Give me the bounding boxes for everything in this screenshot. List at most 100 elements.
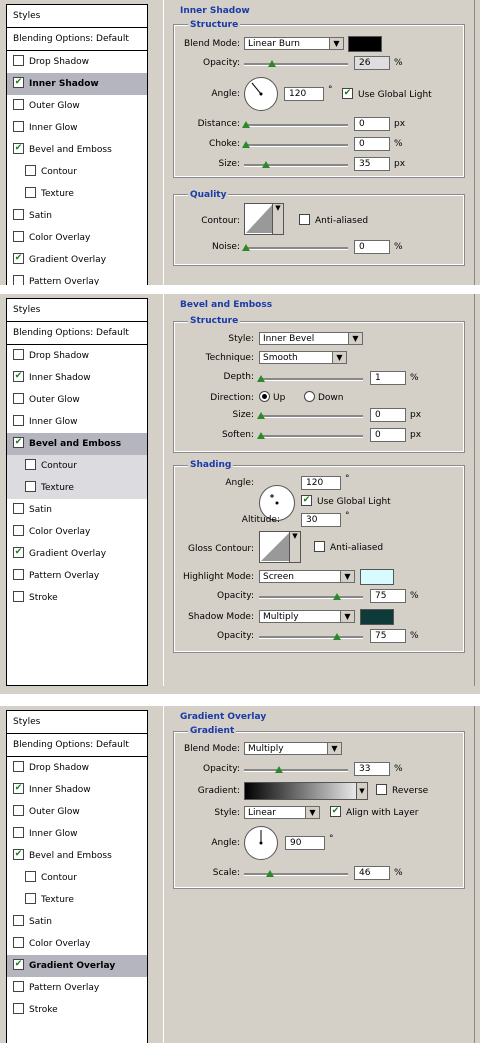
checkbox[interactable] — [376, 784, 387, 795]
sidebar-item-stroke[interactable]: Stroke — [7, 999, 147, 1021]
shadow-mode-select[interactable]: Multiply ▼ — [259, 610, 355, 623]
sidebar-item-inner-glow[interactable]: Inner Glow — [7, 411, 147, 433]
sidebar-item-contour[interactable]: Contour — [7, 867, 147, 889]
noise-field[interactable]: 0 — [354, 240, 390, 254]
checkbox[interactable] — [13, 231, 24, 242]
opacity-field[interactable]: 33 — [354, 762, 390, 776]
anti-aliased-checkbox[interactable]: Anti-aliased — [299, 214, 368, 226]
sidebar-item-contour[interactable]: Contour — [7, 161, 147, 183]
checkbox[interactable] — [13, 591, 24, 602]
sidebar-item-gradient-overlay[interactable]: ✔ Gradient Overlay — [7, 249, 147, 271]
blending-options[interactable]: Blending Options: Default — [7, 734, 147, 757]
checkbox[interactable] — [13, 1003, 24, 1014]
blend-mode-select[interactable]: Linear Burn ▼ — [244, 37, 344, 50]
angle-dial[interactable] — [244, 826, 278, 860]
gradient-picker[interactable]: ▼ — [244, 782, 368, 800]
checkbox[interactable] — [13, 827, 24, 838]
checkbox-checked[interactable]: ✔ — [342, 88, 353, 99]
sidebar-item-pattern-overlay[interactable]: Pattern Overlay — [7, 271, 147, 285]
sidebar-item-color-overlay[interactable]: Color Overlay — [7, 933, 147, 955]
checkbox[interactable] — [25, 871, 36, 882]
scale-slider-thumb[interactable] — [266, 870, 274, 877]
sidebar-item-bevel-emboss[interactable]: ✔ Bevel and Emboss — [7, 139, 147, 161]
checkbox[interactable] — [13, 349, 24, 360]
style-select[interactable]: Linear ▼ — [244, 806, 320, 819]
sidebar-item-stroke[interactable]: Stroke — [7, 587, 147, 609]
choke-slider[interactable] — [244, 144, 348, 147]
sidebar-item-inner-glow[interactable]: Inner Glow — [7, 117, 147, 139]
blend-mode-select[interactable]: Multiply ▼ — [244, 742, 342, 755]
use-global-light-checkbox[interactable]: ✔ Use Global Light — [342, 88, 432, 100]
highlight-opacity-field[interactable]: 75 — [370, 589, 406, 603]
opacity-slider[interactable] — [244, 63, 348, 66]
radio-selected[interactable] — [259, 391, 270, 402]
checkbox[interactable] — [13, 915, 24, 926]
highlight-opacity-thumb[interactable] — [333, 593, 341, 600]
size-field[interactable]: 0 — [370, 408, 406, 422]
sidebar-item-bevel-emboss[interactable]: ✔ Bevel and Emboss — [7, 433, 147, 455]
checkbox[interactable] — [25, 459, 36, 470]
checkbox[interactable] — [13, 55, 24, 66]
sidebar-item-outer-glow[interactable]: Outer Glow — [7, 389, 147, 411]
opacity-slider[interactable] — [244, 769, 348, 772]
align-with-layer-checkbox[interactable]: ✔ Align with Layer — [330, 806, 418, 818]
sidebar-item-satin[interactable]: Satin — [7, 911, 147, 933]
depth-field[interactable]: 1 — [370, 371, 406, 385]
checkbox-checked[interactable]: ✔ — [330, 806, 341, 817]
highlight-color-swatch[interactable] — [360, 569, 394, 585]
sidebar-item-bevel-emboss[interactable]: ✔ Bevel and Emboss — [7, 845, 147, 867]
soften-slider[interactable] — [259, 435, 363, 438]
styles-title[interactable]: Styles — [7, 711, 147, 734]
checkbox[interactable] — [13, 503, 24, 514]
checkbox[interactable] — [13, 121, 24, 132]
highlight-mode-select[interactable]: Screen ▼ — [259, 570, 355, 583]
soften-field[interactable]: 0 — [370, 428, 406, 442]
sidebar-item-satin[interactable]: Satin — [7, 499, 147, 521]
checkbox-checked[interactable]: ✔ — [301, 495, 312, 506]
checkbox[interactable] — [13, 761, 24, 772]
noise-slider-thumb[interactable] — [242, 244, 250, 251]
depth-slider-thumb[interactable] — [257, 375, 265, 382]
direction-up-radio[interactable]: Up — [259, 391, 285, 403]
sidebar-item-color-overlay[interactable]: Color Overlay — [7, 227, 147, 249]
distance-slider[interactable] — [244, 124, 348, 127]
checkbox[interactable] — [13, 209, 24, 220]
distance-field[interactable]: 0 — [354, 117, 390, 131]
depth-slider[interactable] — [259, 378, 363, 381]
size-slider-thumb[interactable] — [262, 161, 270, 168]
styles-title[interactable]: Styles — [7, 299, 147, 322]
checkbox-checked[interactable]: ✔ — [13, 547, 24, 558]
checkbox-checked[interactable]: ✔ — [13, 959, 24, 970]
checkbox-checked[interactable]: ✔ — [13, 371, 24, 382]
shadow-opacity-thumb[interactable] — [333, 633, 341, 640]
use-global-light-checkbox[interactable]: ✔ Use Global Light — [301, 495, 391, 507]
checkbox[interactable] — [299, 214, 310, 225]
sidebar-item-inner-glow[interactable]: Inner Glow — [7, 823, 147, 845]
shadow-opacity-field[interactable]: 75 — [370, 629, 406, 643]
checkbox-checked[interactable]: ✔ — [13, 143, 24, 154]
checkbox[interactable] — [25, 165, 36, 176]
checkbox[interactable] — [13, 937, 24, 948]
size-slider[interactable] — [244, 164, 348, 167]
reverse-checkbox[interactable]: Reverse — [376, 784, 428, 796]
shadow-color-swatch[interactable] — [348, 36, 382, 52]
scale-field[interactable]: 46 — [354, 866, 390, 880]
choke-field[interactable]: 0 — [354, 137, 390, 151]
checkbox[interactable] — [314, 541, 325, 552]
shadow-color-swatch[interactable] — [360, 609, 394, 625]
sidebar-item-outer-glow[interactable]: Outer Glow — [7, 801, 147, 823]
checkbox-checked[interactable]: ✔ — [13, 77, 24, 88]
checkbox[interactable] — [13, 569, 24, 580]
sidebar-item-satin[interactable]: Satin — [7, 205, 147, 227]
checkbox[interactable] — [13, 805, 24, 816]
style-select[interactable]: Inner Bevel ▼ — [259, 332, 363, 345]
sidebar-item-drop-shadow[interactable]: Drop Shadow — [7, 757, 147, 779]
choke-slider-thumb[interactable] — [242, 141, 250, 148]
technique-select[interactable]: Smooth ▼ — [259, 351, 347, 364]
checkbox[interactable] — [25, 481, 36, 492]
sidebar-item-gradient-overlay[interactable]: ✔ Gradient Overlay — [7, 955, 147, 977]
sidebar-item-color-overlay[interactable]: Color Overlay — [7, 521, 147, 543]
checkbox[interactable] — [13, 99, 24, 110]
sidebar-item-gradient-overlay[interactable]: ✔ Gradient Overlay — [7, 543, 147, 565]
radio[interactable] — [304, 391, 315, 402]
